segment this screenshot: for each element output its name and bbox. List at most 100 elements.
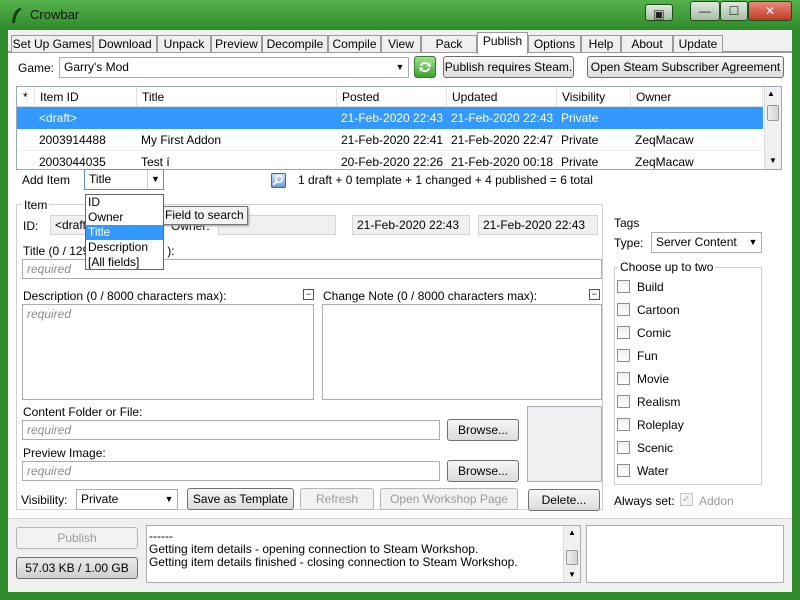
delete-button[interactable]: Delete... bbox=[528, 489, 600, 511]
checkbox-build[interactable] bbox=[617, 280, 630, 293]
chevron-down-icon: ▼ bbox=[164, 494, 174, 504]
preview-image-field[interactable]: required bbox=[22, 461, 440, 481]
type-label: Type: bbox=[614, 236, 644, 250]
tag-cartoon-label: Cartoon bbox=[637, 303, 680, 317]
column-header-owner[interactable]: Owner bbox=[631, 87, 763, 107]
refresh-button[interactable]: Refresh bbox=[300, 488, 374, 510]
open-subscriber-agreement-button[interactable]: Open Steam Subscriber Agreement bbox=[587, 56, 784, 78]
cell-title: My First Addon bbox=[141, 133, 222, 147]
search-icon bbox=[272, 174, 284, 186]
scroll-down-icon[interactable]: ▼ bbox=[769, 156, 777, 165]
tag-fun-label: Fun bbox=[637, 349, 658, 363]
description-placeholder: required bbox=[27, 307, 72, 321]
column-header-title[interactable]: Title bbox=[137, 87, 337, 107]
scroll-thumb[interactable] bbox=[566, 550, 578, 565]
cell-posted: 21-Feb-2020 22:41 bbox=[341, 133, 444, 147]
add-item-button[interactable]: Add Item bbox=[22, 173, 70, 187]
content-folder-field[interactable]: required bbox=[22, 420, 440, 440]
item-group-label: Item bbox=[22, 198, 50, 212]
visibility-select-value: Private bbox=[81, 492, 119, 506]
search-field-select[interactable]: Title ▼ bbox=[84, 169, 164, 190]
scroll-up-icon[interactable]: ▲ bbox=[767, 89, 775, 98]
cell-posted: 20-Feb-2020 22:26 bbox=[341, 155, 444, 169]
restore-icon[interactable]: ▣ bbox=[645, 4, 673, 21]
cell-updated: 21-Feb-2020 00:18 bbox=[451, 155, 554, 169]
visibility-select[interactable]: Private ▼ bbox=[76, 489, 178, 510]
search-field-dropdown[interactable]: ID Owner Title Description [All fields] bbox=[85, 194, 164, 270]
checkbox-cartoon[interactable] bbox=[617, 303, 630, 316]
browse-preview-button[interactable]: Browse... bbox=[447, 460, 519, 482]
publish-button[interactable]: Publish bbox=[16, 527, 138, 549]
checkbox-movie[interactable] bbox=[617, 372, 630, 385]
cell-star bbox=[17, 107, 35, 129]
change-note-field[interactable] bbox=[322, 304, 602, 400]
cell-visibility: Private bbox=[561, 155, 599, 169]
publish-requires-steam-button[interactable]: Publish requires Steam. bbox=[443, 56, 574, 78]
collapse-change-note-icon[interactable]: − bbox=[589, 289, 600, 300]
search-field-select-value: Title bbox=[89, 172, 112, 186]
cell-title bbox=[137, 107, 337, 129]
table-row[interactable]: 2003914488 My First Addon 21-Feb-2020 22… bbox=[17, 129, 763, 151]
tag-build-label: Build bbox=[637, 280, 664, 294]
dropdown-option-title[interactable]: Title bbox=[86, 225, 163, 240]
checkbox-comic[interactable] bbox=[617, 326, 630, 339]
dropdown-option-owner[interactable]: Owner bbox=[86, 210, 163, 225]
content-folder-placeholder: required bbox=[27, 423, 72, 437]
column-header-posted[interactable]: Posted bbox=[337, 87, 447, 107]
cell-star bbox=[17, 129, 35, 151]
scroll-thumb[interactable] bbox=[767, 105, 779, 121]
table-row[interactable]: 2003044035 Test í 20-Feb-2020 22:26 21-F… bbox=[17, 151, 763, 169]
content-folder-label: Content Folder or File: bbox=[23, 405, 143, 419]
log-line: Getting item details finished - closing … bbox=[149, 555, 518, 569]
collapse-description-icon[interactable]: − bbox=[303, 289, 314, 300]
log-output[interactable]: ------ Getting item details - opening co… bbox=[146, 525, 581, 583]
refresh-game-button[interactable] bbox=[414, 56, 436, 78]
tag-comic-label: Comic bbox=[637, 326, 672, 340]
log-scrollbar[interactable]: ▲ ▼ bbox=[563, 526, 580, 582]
checkbox-roleplay[interactable] bbox=[617, 418, 630, 431]
scroll-down-icon[interactable]: ▼ bbox=[568, 570, 576, 579]
type-select-value: Server Content bbox=[656, 235, 737, 249]
type-select[interactable]: Server Content ▼ bbox=[651, 232, 762, 253]
search-button[interactable] bbox=[271, 173, 286, 188]
column-header-updated[interactable]: Updated bbox=[447, 87, 557, 107]
scroll-up-icon[interactable]: ▲ bbox=[568, 528, 576, 537]
checkbox-fun[interactable] bbox=[617, 349, 630, 362]
cell-updated: 21-Feb-2020 22:47 bbox=[451, 133, 554, 147]
tag-scenic-label: Scenic bbox=[637, 441, 674, 455]
save-as-template-button[interactable]: Save as Template bbox=[187, 488, 294, 510]
workshop-item-list[interactable]: * Item ID Title Posted Updated Visibilit… bbox=[16, 86, 782, 170]
tag-roleplay-label: Roleplay bbox=[637, 418, 684, 432]
cell-item-id: <draft> bbox=[39, 111, 78, 125]
search-field-tooltip: Field to search bbox=[160, 206, 248, 225]
close-button[interactable]: ✕ bbox=[748, 1, 792, 21]
dropdown-option-all-fields[interactable]: [All fields] bbox=[86, 255, 163, 270]
cell-owner bbox=[631, 107, 763, 129]
dropdown-option-id[interactable]: ID bbox=[86, 195, 163, 210]
cell-visibility: Private bbox=[561, 133, 599, 147]
open-workshop-page-button[interactable]: Open Workshop Page bbox=[380, 488, 518, 510]
column-header-star[interactable]: * bbox=[17, 87, 35, 107]
choose-up-to-two-label: Choose up to two bbox=[618, 260, 716, 274]
game-select[interactable]: Garry's Mod ▼ bbox=[59, 57, 409, 78]
chevron-down-icon: ▼ bbox=[147, 170, 163, 189]
column-header-item-id[interactable]: Item ID bbox=[35, 87, 137, 107]
cell-updated: 21-Feb-2020 22:43 bbox=[451, 111, 554, 125]
tag-water-label: Water bbox=[637, 464, 669, 478]
maximize-button[interactable]: ☐ bbox=[720, 1, 748, 21]
cell-visibility: Private bbox=[561, 111, 599, 125]
minimize-button[interactable]: — bbox=[690, 1, 720, 21]
description-field[interactable]: required bbox=[22, 304, 314, 400]
tab-publish[interactable]: Publish bbox=[477, 32, 528, 54]
list-scrollbar[interactable]: ▲ ▼ bbox=[764, 87, 781, 169]
cell-owner: ZeqMacaw bbox=[635, 155, 694, 169]
refresh-icon bbox=[419, 61, 431, 73]
browse-content-button[interactable]: Browse... bbox=[447, 419, 519, 441]
checkbox-scenic[interactable] bbox=[617, 441, 630, 454]
table-row[interactable]: <draft> 21-Feb-2020 22:43 21-Feb-2020 22… bbox=[17, 107, 763, 129]
column-header-visibility[interactable]: Visibility bbox=[557, 87, 631, 107]
cell-star bbox=[17, 151, 35, 169]
checkbox-water[interactable] bbox=[617, 464, 630, 477]
dropdown-option-description[interactable]: Description bbox=[86, 240, 163, 255]
checkbox-realism[interactable] bbox=[617, 395, 630, 408]
